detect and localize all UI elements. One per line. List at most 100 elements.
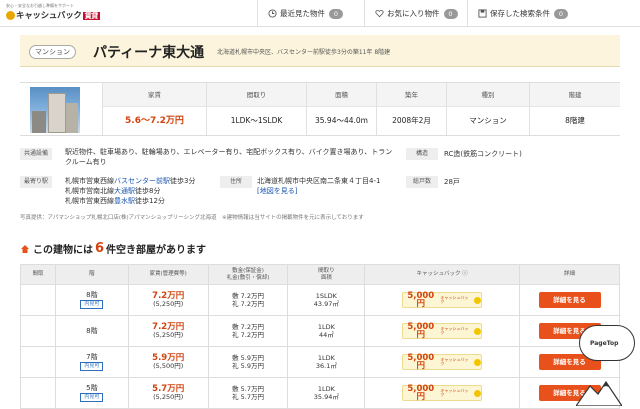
summary-type: 種別 マンション — [446, 83, 529, 135]
map-link[interactable]: [地図を見る] — [257, 186, 407, 196]
clock-icon — [268, 9, 277, 18]
vacancy-heading: この建物には 6 件空き部屋があります — [20, 241, 206, 256]
view-details-button[interactable]: 詳細を見る — [538, 292, 601, 308]
station-line: 札幌市営東西線豊水駅徒歩12分 — [65, 196, 235, 206]
mountain-icon — [576, 380, 622, 406]
station-line: 札幌市営南北線大通駅徒歩8分 — [65, 186, 235, 196]
deposit-value: 敷 5.9万円 — [232, 354, 264, 362]
cashback-tag: キャッシュバック — [440, 357, 469, 366]
cell-rent: 5.7万円 (5,250円) — [127, 377, 209, 409]
structure-value: RC造(鉄筋コンクリート) — [444, 150, 522, 158]
area-value: 44㎡ — [318, 331, 334, 339]
table-row: 8階 7.2万円 (5,250円) 敷 7.2万円礼 7.2万円 1LDK 44㎡ 5,00… — [20, 315, 620, 347]
summary-rent: 家賃 5.6〜7.2万円 — [102, 83, 206, 135]
cell-rent: 7.2万円 (5,250円) — [127, 315, 209, 347]
station-line-prefix: 札幌市営東西線 — [65, 177, 114, 185]
cell-madori — [20, 346, 56, 378]
recent-count-badge: 0 — [329, 8, 343, 19]
col-header-madori: 間取 — [20, 264, 56, 285]
summary-layout: 間取り 1LDK〜1SLDK — [206, 83, 306, 135]
cell-detail: 詳細を見る — [519, 284, 620, 316]
cashback-box: 5,000円 キャッシュバック — [402, 384, 483, 402]
station-label: 最寄り駅 — [20, 176, 52, 188]
cell-floor: 7階 内見可 — [54, 346, 129, 378]
floor-value: 8階 — [86, 327, 98, 335]
cell-deposit: 敷 7.2万円礼 7.2万円 — [207, 315, 289, 347]
page-top-label: PageTop — [590, 340, 619, 347]
summary-type-value: マンション — [469, 116, 507, 125]
nav-saved-searches[interactable]: 保存した検索条件 0 — [467, 0, 640, 27]
address-value: 北海道札幌市中央区南二条東４丁目4-1 — [257, 177, 381, 185]
property-type-tag: マンション — [29, 45, 76, 59]
summary-type-header: 種別 — [447, 83, 529, 107]
cashback-box: 5,000円 キャッシュバック — [402, 354, 483, 370]
cell-deposit: 敷 5.7万円礼 5.7万円 — [207, 377, 289, 409]
cell-layout: 1LDK 44㎡ — [287, 315, 366, 347]
structure-label: 構造 — [406, 148, 438, 160]
logo-mark-icon — [6, 11, 15, 20]
cell-deposit: 敷 5.9万円礼 5.9万円 — [207, 346, 289, 378]
cell-deposit: 敷 7.2万円礼 7.2万円 — [207, 284, 289, 316]
station-line-prefix: 札幌市営東西線 — [65, 197, 114, 205]
save-icon — [478, 9, 487, 18]
summary-built-header: 築年 — [377, 83, 446, 107]
page-top-button[interactable]: PageTop — [579, 325, 635, 365]
cashback-box: 5,000円 キャッシュバック — [402, 323, 483, 339]
vacancy-suffix: 件空き部屋があります — [106, 245, 207, 256]
cell-cashback: 5,000円 キャッシュバック — [364, 284, 521, 316]
vacancy-count: 6 — [95, 241, 105, 256]
rent-value: 5.7万円 — [152, 384, 185, 394]
saved-count-badge: 0 — [554, 8, 568, 19]
summary-floors: 階建 8階建 — [529, 83, 620, 135]
summary-area: 面積 35.94〜44.0m — [306, 83, 376, 135]
building-photo-shape — [32, 111, 46, 133]
station-list: 札幌市営東西線バスセンター前駅徒歩3分 札幌市営南北線大通駅徒歩8分 札幌市営東… — [65, 176, 235, 206]
station-line-prefix: 札幌市営南北線 — [65, 187, 114, 195]
rent-value: 7.2万円 — [152, 322, 185, 332]
cell-cashback: 5,000円 キャッシュバック — [364, 346, 521, 378]
tour-available-badge: 内見可 — [80, 300, 104, 309]
logo-text: キャッシュバック — [16, 11, 82, 21]
nav-favorites[interactable]: お気に入り物件 0 — [364, 0, 467, 27]
col-header-floor: 階 — [54, 264, 129, 285]
cell-layout: 1LDK 36.1㎡ — [287, 346, 366, 378]
cashback-tag: キャッシュバック — [440, 326, 469, 335]
table-row: 5階 内見可 5.7万円 (5,250円) 敷 5.7万円礼 5.7万円 1LDK 35.9… — [20, 377, 620, 409]
cell-rent: 5.9万円 (5,500円) — [127, 346, 209, 378]
summary-area-header: 面積 — [307, 83, 376, 107]
layout-value: 1LDK — [317, 323, 335, 331]
summary-built: 築年 2008年2月 — [376, 83, 446, 135]
management-fee: (5,250円) — [153, 331, 184, 339]
cashback-amount: 5,000円 — [407, 291, 435, 309]
col-header-cashback: キャッシュバック ⓘ — [364, 264, 521, 285]
building-photo[interactable] — [30, 87, 80, 133]
site-header: 安心・安全なお引越し準備をサポート キャッシュバック 賃貸 最近見た物件 0 お気… — [0, 0, 640, 27]
site-logo[interactable]: 安心・安全なお引越し準備をサポート キャッシュバック 賃貸 — [6, 3, 101, 23]
col-header-deposit: 敷金(保証金) 礼金(敷引・償却) — [207, 264, 289, 285]
layout-value: 1SLDK — [315, 292, 337, 300]
station-link[interactable]: 豊水駅 — [114, 197, 135, 205]
heart-icon — [375, 9, 384, 18]
key-money-value: 礼 7.2万円 — [232, 300, 264, 308]
station-link[interactable]: バスセンター前駅 — [114, 177, 170, 185]
nav-favorites-label: お気に入り物件 — [387, 9, 440, 18]
deposit-value: 敷 7.2万円 — [232, 323, 264, 331]
property-address-line: 北海道札幌市中央区、バスセンター前駅徒歩3分の築11年 8階建 — [217, 49, 391, 56]
building-photo-shape-2 — [48, 93, 66, 133]
property-summary: 家賃 5.6〜7.2万円 間取り 1LDK〜1SLDK 面積 35.94〜44.… — [20, 82, 620, 136]
cell-floor: 8階 内見可 — [54, 284, 129, 316]
facilities-label: 共通設備 — [20, 148, 52, 160]
tour-available-badge: 内見可 — [80, 362, 104, 371]
floor-value: 8階 — [86, 291, 98, 299]
coin-icon — [474, 389, 482, 397]
nav-saved-label: 保存した検索条件 — [490, 9, 550, 18]
nav-recent-properties[interactable]: 最近見た物件 0 — [257, 0, 364, 27]
station-link[interactable]: 大通駅 — [114, 187, 135, 195]
cashback-amount: 5,000円 — [407, 384, 435, 402]
coin-icon — [474, 296, 482, 304]
summary-built-value: 2008年2月 — [392, 116, 431, 125]
cell-cashback: 5,000円 キャッシュバック — [364, 315, 521, 347]
key-money-value: 礼 5.7万円 — [232, 393, 264, 401]
facilities-value: 駅近物件、駐車場あり、駐輪場あり、エレベーター有り、宅配ボックス有り、バイク置き… — [65, 148, 393, 166]
units-label: 総戸数 — [406, 176, 438, 188]
